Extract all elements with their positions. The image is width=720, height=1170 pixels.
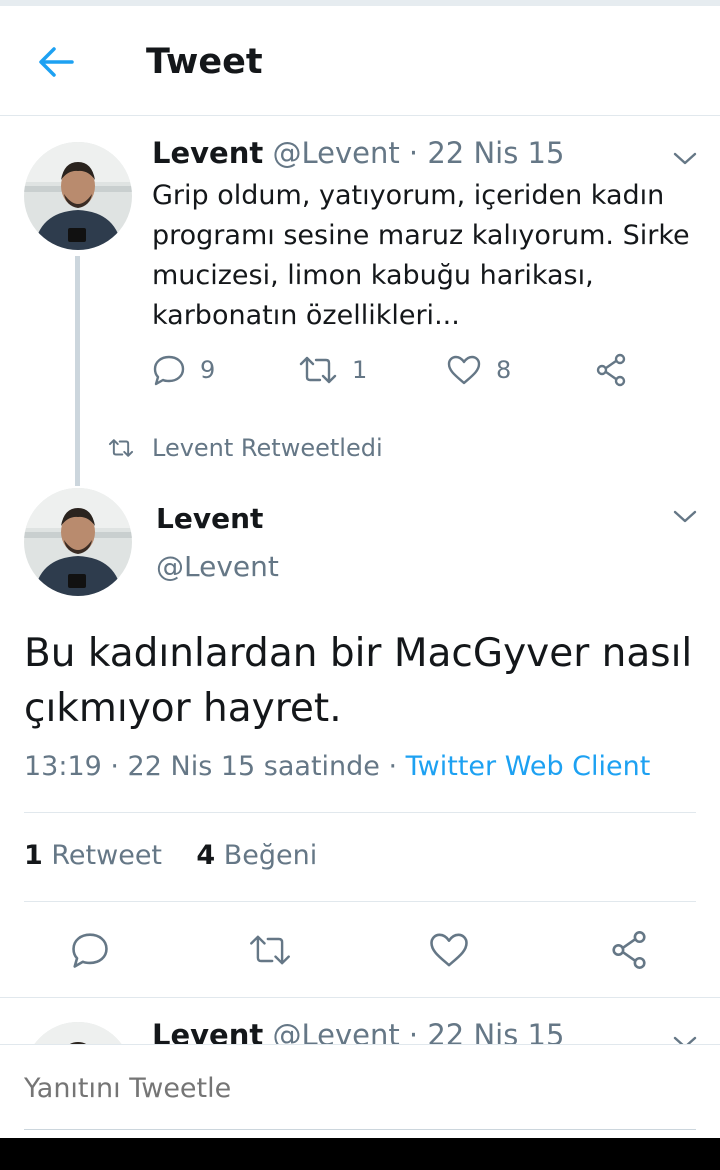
share-button[interactable] [607,928,651,972]
retweet-stat-label: Retweet [42,840,163,871]
author-handle[interactable]: @Levent [156,550,279,583]
like-button[interactable]: 8 [446,350,511,390]
chevron-down-icon [673,1036,697,1044]
page-title: Tweet [146,42,263,82]
tweet-menu-button[interactable] [670,1028,700,1044]
retweet-context: Levent Retweetledi [108,434,383,462]
retweet-icon [250,935,290,965]
tweet-time: 13:19 · 22 Nis 15 saatinde · [24,751,406,782]
divider [24,901,696,902]
tweet-timestamp: 13:19 · 22 Nis 15 saatinde · Twitter Web… [24,751,650,782]
reply-button[interactable] [68,928,112,972]
main-tweet-text: Bu kadınlardan bir MacGyver nasıl çıkmıy… [24,631,693,731]
retweet-button[interactable]: 1 [298,350,367,390]
avatar-photo [24,142,132,250]
like-stat-count: 4 [196,840,216,871]
heart-icon [447,355,481,385]
tweet-menu-button[interactable] [670,144,700,174]
avatar[interactable] [24,1022,132,1044]
retweet-count: 1 [352,356,368,384]
client-link[interactable]: Twitter Web Client [406,751,651,782]
author-handle-date: @Levent · 22 Nis 15 [263,136,565,170]
like-stat-label: Beğeni [215,840,318,871]
avatar[interactable] [24,142,132,250]
retweet-button[interactable] [248,928,292,972]
like-stat[interactable]: 4 Beğeni [196,840,317,871]
author-name[interactable]: Levent [156,502,263,535]
reply-button[interactable]: 9 [152,350,215,390]
like-button[interactable] [427,928,471,972]
next-tweet-header: Levent @Levent · 22 Nis 15 [152,1018,564,1044]
reply-icon [72,933,108,968]
heart-icon [430,933,468,967]
reply-icon [153,355,185,386]
thread-connector [75,256,80,486]
share-icon [612,931,646,969]
author-handle-date: @Levent · 22 Nis 15 [263,1018,565,1044]
avatar-photo [24,1022,132,1044]
reply-input[interactable] [24,1073,696,1104]
chevron-down-icon [673,510,697,523]
chevron-down-icon [673,152,697,165]
reply-composer [0,1044,720,1138]
share-icon [596,353,626,387]
system-nav-bar [0,1138,720,1170]
input-underline [24,1129,696,1130]
next-tweet[interactable]: Levent @Levent · 22 Nis 15 [0,998,720,1044]
divider [24,812,696,813]
parent-tweet-text: Grip oldum, yatıyorum, içeriden kadın pr… [152,180,690,331]
retweet-icon [108,439,134,457]
back-button[interactable] [34,40,78,84]
author-name[interactable]: Levent [152,136,263,170]
like-count: 8 [496,356,512,384]
avatar-photo [24,488,132,596]
top-bar: Tweet [0,6,720,116]
retweet-stat[interactable]: 1 Retweet [24,840,162,871]
avatar[interactable] [24,488,132,596]
parent-tweet-header: Levent @Levent · 22 Nis 15 [152,136,564,170]
author-name[interactable]: Levent [152,1018,263,1044]
tweet-menu-button[interactable] [670,502,700,532]
retweet-icon [299,356,337,384]
retweet-stat-count: 1 [24,840,43,871]
arrow-left-icon [39,47,74,77]
tweet-stats: 1 Retweet 4 Beğeni [24,840,317,871]
share-button[interactable] [594,350,628,390]
retweet-context-label[interactable]: Levent Retweetledi [152,434,383,462]
reply-count: 9 [200,356,216,384]
